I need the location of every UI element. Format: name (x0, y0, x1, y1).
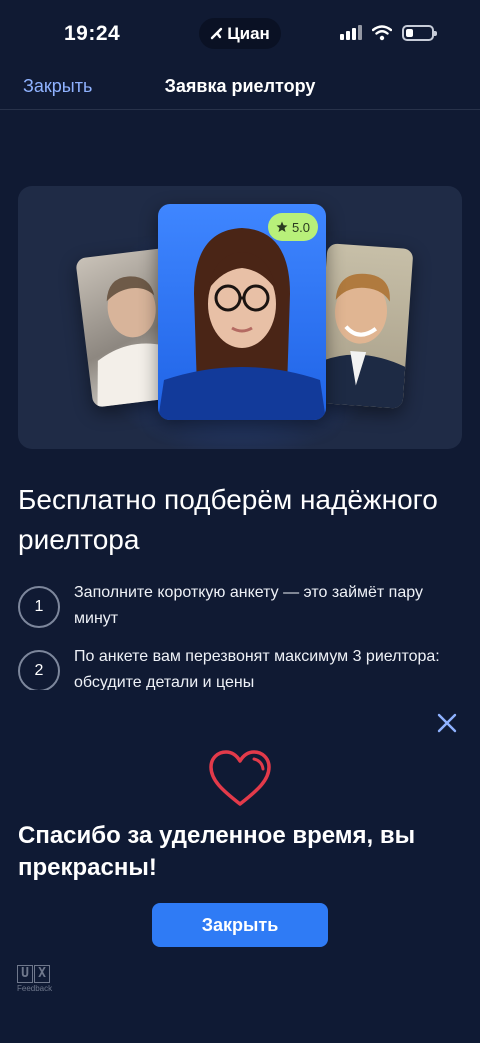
step-number: 2 (18, 650, 60, 690)
headline: Бесплатно подберём надёжного риелтора (18, 484, 438, 555)
ux-feedback-logo: UX Feedback (17, 965, 57, 993)
rating-badge: 5.0 (268, 213, 318, 241)
close-icon[interactable] (436, 712, 458, 734)
cian-logo-icon (211, 27, 223, 39)
ux-logo-mark: UX (17, 965, 57, 983)
status-icons (340, 25, 437, 41)
close-button[interactable]: Закрыть (152, 903, 328, 947)
page-title: Заявка риелтору (164, 76, 316, 96)
step-item: 1 Заполните короткую анкету — это займёт… (18, 580, 462, 644)
status-bar: 19:24 Циан (0, 0, 480, 70)
app-badge-label: Циан (227, 23, 270, 43)
feedback-sheet: Спасибо за уделенное время, вы прекрасны… (0, 690, 480, 1043)
status-time: 19:24 (64, 22, 121, 45)
app-badge[interactable]: Циан (199, 18, 281, 49)
step-text: По анкете вам перезвонят максимум 3 риел… (74, 648, 440, 690)
star-icon (276, 221, 288, 232)
wifi-icon (372, 25, 392, 41)
battery-level (406, 29, 414, 37)
step-text: Заполните короткую анкету — это займёт п… (74, 584, 423, 627)
feedback-title: Спасибо за уделенное время, вы прекрасны… (18, 822, 416, 881)
step-item: 2 По анкете вам перезвонят максимум 3 ри… (18, 644, 462, 690)
ux-logo-caption: Feedback (17, 984, 53, 993)
steps-list: 1 Заполните короткую анкету — это займёт… (0, 576, 480, 690)
realtor-photo-right (316, 243, 414, 409)
nav-bar: Закрыть Заявка риелтору (0, 62, 480, 110)
battery-icon (402, 25, 437, 41)
hero-card: 5.0 (18, 186, 462, 449)
rating-value: 5.0 (291, 219, 311, 235)
signal-icon (340, 25, 362, 40)
heart-icon (209, 750, 271, 806)
step-number: 1 (18, 586, 60, 628)
